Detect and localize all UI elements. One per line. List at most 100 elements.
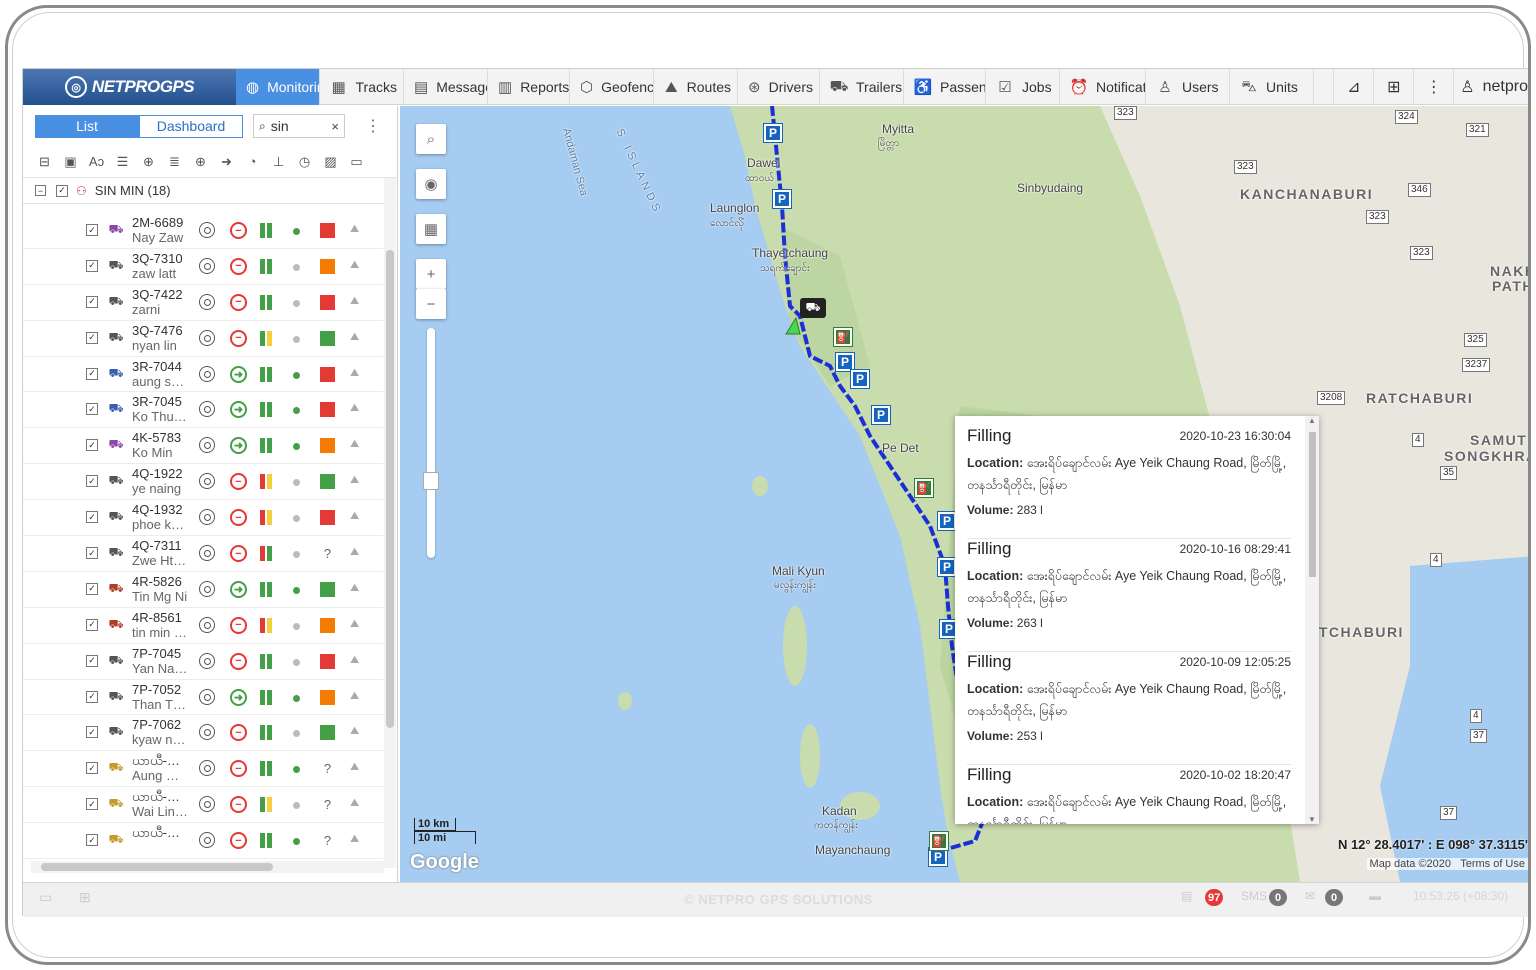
tab-dashboard[interactable]: Dashboard	[139, 114, 243, 138]
sms-badge[interactable]: 0	[1269, 889, 1287, 906]
user-menu[interactable]: ♙ netpro	[1453, 69, 1528, 105]
unit-row[interactable]: ✓ ⛟ 4Q-1922 ye naing − ⛰	[23, 464, 383, 501]
nav-passengers[interactable]: ♿Passengers	[904, 69, 986, 105]
chart-icon[interactable]: ⛰	[350, 618, 359, 631]
map-view[interactable]: Myitta မြိတ္တာ Dawei ထာဝယ် Launglon လောင…	[400, 106, 1528, 882]
chart-icon[interactable]: ⛰	[350, 438, 359, 451]
nav-geofences[interactable]: ⬡Geofences	[570, 69, 654, 105]
message-icon[interactable]: ✉	[1305, 889, 1315, 903]
unit-row[interactable]: ✓ ⛟ 3Q-7422 zarni − ⛰	[23, 285, 383, 321]
messages-badge[interactable]: 0	[1325, 889, 1343, 906]
unit-name[interactable]: 3R-7044 aung s…	[132, 359, 192, 389]
nav-messages[interactable]: ▤Messages	[404, 69, 488, 105]
unit-name[interactable]: 4R-8561 tin min …	[132, 610, 192, 640]
filter-icon[interactable]: ☰	[113, 152, 132, 171]
list-horizontal-scrollbar[interactable]	[31, 861, 384, 873]
unit-checkbox[interactable]: ✓	[86, 834, 98, 847]
unit-name[interactable]: 7P-7062 kyaw n…	[132, 717, 192, 747]
unit-checkbox[interactable]: ✓	[86, 654, 98, 667]
popup-scrollbar[interactable]: ▲ ▼	[1305, 416, 1319, 824]
unit-checkbox[interactable]: ✓	[86, 798, 98, 811]
search-input[interactable]: ⌕ sin ×	[253, 114, 345, 138]
map-layers-button[interactable]: ▦	[416, 214, 446, 244]
nav-reports[interactable]: ▥ Reports	[488, 69, 570, 105]
chart-icon[interactable]: ⛰	[350, 295, 359, 308]
unit-row[interactable]: ✓ ⛟ 3Q-7310 zaw latt − ⛰	[23, 249, 383, 285]
chart-icon[interactable]: ⛰	[350, 331, 359, 344]
unit-name[interactable]: 4Q-7311 Zwe Ht…	[132, 538, 192, 568]
locate-unit-icon[interactable]	[199, 222, 215, 238]
unit-name[interactable]: 2M-6689 Nay Zaw	[132, 215, 192, 245]
locate-unit-icon[interactable]	[199, 293, 215, 310]
nav-jobs[interactable]: ☑ Jobs	[986, 69, 1060, 105]
fuel-marker-icon[interactable]: ⛽	[833, 327, 853, 347]
parking-marker-icon[interactable]: P	[871, 405, 891, 425]
chart-icon[interactable]: ⛰	[350, 259, 359, 272]
parking-marker-icon[interactable]: P	[937, 557, 957, 577]
locate-unit-icon[interactable]	[199, 652, 215, 669]
unit-checkbox[interactable]: ✓	[86, 582, 98, 595]
sort-az-icon[interactable]: Aↄ	[87, 152, 106, 171]
unit-checkbox[interactable]: ✓	[86, 726, 98, 739]
parking-marker-icon[interactable]: P	[772, 189, 792, 209]
chart-icon[interactable]: ⛰	[350, 797, 359, 810]
group-collapse-icon[interactable]: −	[35, 185, 46, 196]
unit-checkbox[interactable]: ✓	[86, 475, 98, 488]
parking-marker-icon[interactable]: P	[937, 511, 957, 531]
events-popup[interactable]: Filling 2020-10-23 16:30:04 Location: အေးရ…	[955, 416, 1319, 824]
list-vertical-scrollbar[interactable]	[384, 178, 396, 868]
locate-unit-icon[interactable]	[199, 724, 215, 741]
event-item[interactable]: Filling 2020-10-02 18:20:47 Location: အေးရ…	[967, 765, 1291, 824]
zoom-slider[interactable]	[427, 328, 435, 558]
unit-name[interactable]: 4Q-1932 phoe k…	[132, 502, 192, 532]
unit-row[interactable]: ✓ ⛟ 3R-7045 Ko Thu… ➜ ⛰	[23, 392, 383, 429]
unit-name[interactable]: 3Q-7422 zarni	[132, 287, 192, 317]
unit-row[interactable]: ✓ ⛟ 4Q-7311 Zwe Ht… −? ⛰	[23, 536, 383, 572]
show-all-icon[interactable]: ≣	[165, 152, 184, 171]
chart-icon[interactable]: ⛰	[350, 761, 359, 774]
chart-icon[interactable]: ⛰	[350, 833, 359, 846]
unit-checkbox[interactable]: ✓	[86, 403, 98, 416]
unit-name[interactable]: 3R-7045 Ko Thu…	[132, 394, 192, 424]
zoom-out-button[interactable]: −	[416, 289, 446, 319]
locate-unit-icon[interactable]	[199, 365, 215, 382]
event-item[interactable]: Filling 2020-10-23 16:30:04 Location: အေးရ…	[967, 426, 1291, 539]
chart-icon[interactable]: ⛰	[350, 725, 359, 738]
unit-row[interactable]: ✓ ⛟ 7P-7052 Than T… ➜ ⛰	[23, 680, 383, 716]
unit-row[interactable]: ✓ ⛟ 4R-5826 Tin Mg Ni ➜ ⛰	[23, 572, 383, 608]
unit-name[interactable]: ယာယီ-…	[132, 825, 192, 840]
locate-unit-icon[interactable]	[199, 616, 215, 633]
unit-name[interactable]: 4R-5826 Tin Mg Ni	[132, 574, 192, 604]
unit-row[interactable]: ✓ ⛟ ယာယီ-… Wai Lin… −? ⛰	[23, 787, 383, 824]
unit-row[interactable]: ✓ ⛟ 4R-8561 tin min … − ⛰	[23, 608, 383, 644]
map-visibility-button[interactable]: ◉	[416, 169, 446, 199]
image-icon[interactable]: ▨	[321, 152, 340, 171]
chart-icon[interactable]: ⛰	[350, 654, 359, 667]
locate-unit-icon[interactable]	[199, 437, 215, 454]
group-row[interactable]: − ✓ ⚇ SIN MIN (18)	[23, 178, 397, 204]
nav-units[interactable]: ⛍ Units	[1230, 69, 1314, 105]
nav-users[interactable]: ♙ Users	[1146, 69, 1230, 105]
chart-icon[interactable]: ⛰	[350, 474, 359, 487]
zoom-in-button[interactable]: +	[416, 259, 446, 289]
scroll-up-icon[interactable]: ▲	[1308, 416, 1316, 425]
unit-name[interactable]: 7P-7045 Yan Na…	[132, 646, 192, 676]
unit-row[interactable]: ✓ ⛟ 7P-7045 Yan Na… − ⛰	[23, 644, 383, 680]
movement-icon[interactable]: ➜	[217, 152, 236, 171]
unit-row[interactable]: ✓ ⛟ ယာယီ-… Aung … −? ⛰	[23, 751, 383, 788]
panel-more-icon[interactable]: ⋮	[365, 116, 381, 136]
locate-unit-icon[interactable]	[199, 545, 215, 562]
select-all-icon[interactable]: ▣	[61, 152, 80, 171]
unit-checkbox[interactable]: ✓	[86, 331, 98, 344]
truck-marker-icon[interactable]: ⛟	[800, 298, 826, 318]
fuel-marker-icon[interactable]: ⛽	[929, 831, 949, 851]
event-item[interactable]: Filling 2020-10-09 12:05:25 Location: အေးရ…	[967, 652, 1291, 765]
terms-link[interactable]: Terms of Use	[1460, 858, 1525, 870]
gauge-icon[interactable]: ◷	[295, 152, 314, 171]
unit-name[interactable]: 7P-7052 Than T…	[132, 682, 192, 712]
unit-checkbox[interactable]: ✓	[86, 224, 98, 236]
parking-marker-icon[interactable]: P	[835, 352, 855, 372]
unit-row[interactable]: ✓ ⛟ 4K-5783 Ko Min ➜ ⛰	[23, 428, 383, 465]
parking-marker-icon[interactable]: P	[928, 847, 948, 867]
scroll-down-icon[interactable]: ▼	[1308, 815, 1316, 824]
